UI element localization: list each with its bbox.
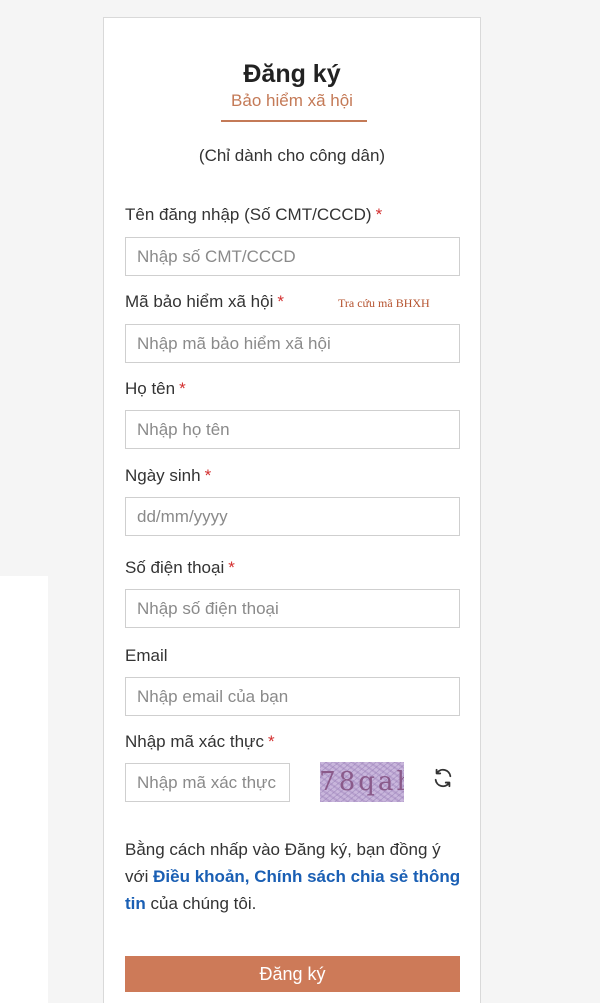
captcha-image: l78qah xyxy=(320,762,404,802)
tab-social-insurance[interactable]: Bảo hiểm xã hội xyxy=(104,91,480,111)
page-title: Đăng ký xyxy=(243,60,341,88)
required-mark: * xyxy=(179,379,186,398)
register-card: Đăng ký Bảo hiểm xã hội (Chỉ dành cho cô… xyxy=(103,17,481,1003)
required-mark: * xyxy=(204,466,212,485)
lookup-insurance-code-link[interactable]: Tra cứu mã BHXH xyxy=(338,296,430,311)
captcha-label: Nhập mã xác thực * xyxy=(125,732,275,751)
required-mark: * xyxy=(267,732,275,751)
social-insurance-input[interactable] xyxy=(125,324,460,363)
required-mark: * xyxy=(228,558,235,577)
fullname-input[interactable] xyxy=(125,410,460,449)
phone-input[interactable] xyxy=(125,589,460,628)
tab-underline xyxy=(221,120,367,122)
required-mark: * xyxy=(375,205,383,224)
citizen-only-note: (Chỉ dành cho công dân) xyxy=(198,146,386,165)
username-label: Tên đăng nhập (Số CMT/CCCD) * xyxy=(125,205,383,224)
phone-label: Số điện thoại * xyxy=(125,558,235,577)
terms-text: Bằng cách nhấp vào Đăng ký, bạn đồng ý v… xyxy=(125,840,461,913)
email-input[interactable] xyxy=(125,677,460,716)
email-label: Email xyxy=(125,646,168,665)
username-input[interactable] xyxy=(125,237,460,276)
page-background-panel xyxy=(0,576,48,1003)
required-mark: * xyxy=(277,292,284,311)
dob-input[interactable] xyxy=(125,497,460,536)
captcha-input[interactable] xyxy=(125,763,290,802)
dob-label: Ngày sinh * xyxy=(125,466,212,485)
social-insurance-label: Mã bảo hiểm xã hội * xyxy=(125,292,284,311)
refresh-icon[interactable] xyxy=(432,767,454,789)
register-button[interactable]: Đăng ký xyxy=(125,956,460,992)
fullname-label: Họ tên * xyxy=(125,379,186,398)
